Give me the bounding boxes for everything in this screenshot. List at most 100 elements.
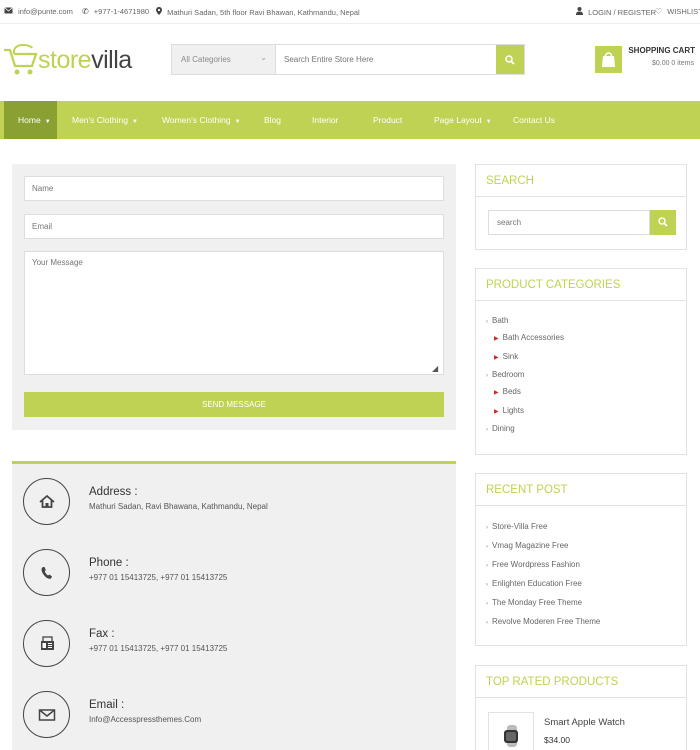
topbar-address: Mathuri Sadan, 5th floor Ravi Bhawan, Ka… (156, 7, 360, 17)
category-item[interactable]: ▶ Sink (494, 352, 518, 361)
nav-item-interior[interactable]: Interior (312, 101, 338, 139)
top-bar: info@punte.com ✆ +977-1-4671980 Mathuri … (0, 0, 700, 24)
recent-post-item[interactable]: › Revolve Moderen Free Theme (486, 617, 600, 626)
category-item[interactable]: › Bedroom (486, 370, 524, 379)
email-text[interactable]: Info@Accesspressthemes.Com (89, 715, 201, 724)
topbar-email[interactable]: info@punte.com (4, 7, 73, 16)
product-categories-widget: PRODUCT CATEGORIES › Bath ▶ Bath Accessori… (475, 268, 687, 455)
chevron-right-icon: › (486, 525, 488, 531)
logo-wordmark: storevilla (38, 46, 132, 74)
fax-row: Fax : +977 01 15413725, +977 01 15413725 (23, 620, 443, 670)
nav-item-home[interactable]: Home ▼ (4, 101, 57, 139)
sidebar-search-input[interactable] (488, 210, 650, 235)
site-logo[interactable]: storevilla (2, 40, 142, 78)
wishlist-link[interactable]: ♡ WISHLIST (655, 7, 700, 16)
search-button[interactable] (496, 45, 524, 74)
chevron-down-icon: ⌄ (260, 53, 267, 62)
address-row: Address : Mathuri Sadan, Ravi Bhawana, K… (23, 478, 443, 528)
product-price: $34.00 (544, 735, 570, 745)
widget-title: TOP RATED PRODUCTS (476, 666, 686, 698)
chevron-right-icon: › (486, 563, 488, 569)
phone-icon: ✆ (82, 7, 89, 16)
recent-post-item[interactable]: › The Monday Free Theme (486, 598, 582, 607)
nav-item-page-layout[interactable]: Page Layout ▼ (434, 101, 492, 139)
email-title: Email : (89, 699, 125, 711)
contact-info: Address : Mathuri Sadan, Ravi Bhawana, K… (12, 461, 456, 750)
cart-title: SHOPPING CART (628, 46, 695, 55)
phone-text: +977 01 15413725, +977 01 15413725 (89, 573, 228, 582)
contact-form: ◢ SEND MESSAGE (12, 164, 456, 430)
caret-down-icon: ▼ (131, 119, 138, 125)
name-field[interactable] (24, 176, 444, 201)
recent-post-item[interactable]: › Vmag Magazine Free (486, 541, 568, 550)
caret-down-icon: ▼ (44, 119, 51, 125)
topbar-phone[interactable]: ✆ +977-1-4671980 (82, 7, 149, 16)
login-register-label: LOGIN / REGISTER (588, 8, 657, 17)
shopping-cart[interactable]: SHOPPING CART $0.00 0 items (595, 44, 700, 76)
caret-down-icon: ▼ (234, 119, 241, 125)
caret-down-icon: ▼ (485, 119, 492, 125)
category-item[interactable]: ▶ Bath Accessories (494, 333, 564, 342)
nav-item-blog[interactable]: Blog (264, 101, 281, 139)
nav-item-product[interactable]: Product (373, 101, 402, 139)
top-rated-products-widget: TOP RATED PRODUCTS Smart Apple Watch $34… (475, 665, 687, 750)
login-register-link[interactable]: LOGIN / REGISTER (576, 7, 656, 17)
sidebar-search-widget: SEARCH (475, 164, 687, 250)
category-item[interactable]: ▶ Lights (494, 406, 524, 415)
caret-right-icon: ▶ (494, 355, 499, 361)
chevron-right-icon: › (486, 373, 488, 379)
category-item[interactable]: › Bath (486, 316, 508, 325)
main-nav: Home ▼ Men's Clothing ▼ Women's Clothing ▼ … (0, 101, 700, 139)
chevron-right-icon: › (486, 601, 488, 607)
recent-post-item[interactable]: › Store-Villa Free (486, 522, 547, 531)
category-select-value: All Categories (181, 55, 231, 64)
nav-item-womens-clothing[interactable]: Women's Clothing ▼ (162, 101, 241, 139)
envelope-icon (23, 691, 70, 738)
widget-title: RECENT POST (476, 474, 686, 506)
user-icon (576, 7, 583, 15)
resize-grip-icon[interactable]: ◢ (432, 364, 438, 373)
recent-post-item[interactable]: › Free Wordpress Fashion (486, 560, 580, 569)
cart-logo-icon (4, 44, 38, 75)
caret-right-icon: ▶ (494, 336, 499, 342)
search-input[interactable] (277, 45, 497, 74)
topbar-email-text: info@punte.com (18, 7, 73, 16)
heart-icon: ♡ (655, 7, 663, 16)
widget-title: PRODUCT CATEGORIES (476, 269, 686, 301)
product-name[interactable]: Smart Apple Watch (544, 717, 625, 728)
chevron-right-icon: › (486, 544, 488, 550)
watch-icon (504, 725, 518, 747)
topbar-address-text: Mathuri Sadan, 5th floor Ravi Bhawan, Ka… (167, 8, 360, 17)
wishlist-label: WISHLIST (667, 7, 700, 16)
home-icon (23, 478, 70, 525)
phone-title: Phone : (89, 557, 129, 569)
chevron-right-icon: › (486, 427, 488, 433)
product-thumbnail[interactable] (488, 712, 534, 750)
search-icon (658, 217, 668, 227)
nav-item-contact-us[interactable]: Contact Us (513, 101, 555, 139)
shopping-bag-icon (595, 46, 622, 73)
recent-post-widget: RECENT POST › Store-Villa Free › Vmag Maga… (475, 473, 687, 646)
phone-icon (23, 549, 70, 596)
envelope-icon (4, 7, 13, 14)
cart-amount: $0.00 0 items (651, 60, 694, 67)
caret-right-icon: ▶ (494, 409, 499, 415)
header-search: All Categories ⌄ (171, 44, 525, 75)
address-title: Address : (89, 486, 138, 498)
message-field[interactable] (24, 251, 444, 375)
chevron-right-icon: › (486, 620, 488, 626)
send-message-button[interactable]: SEND MESSAGE (24, 392, 444, 417)
sidebar-search-button[interactable] (650, 210, 676, 235)
nav-item-mens-clothing[interactable]: Men's Clothing ▼ (72, 101, 138, 139)
category-select[interactable]: All Categories ⌄ (172, 45, 276, 74)
chevron-right-icon: › (486, 582, 488, 588)
fax-text: +977 01 15413725, +977 01 15413725 (89, 644, 228, 653)
search-icon (505, 55, 515, 65)
phone-row: Phone : +977 01 15413725, +977 01 154137… (23, 549, 443, 599)
category-item[interactable]: › Dining (486, 424, 515, 433)
topbar-phone-text: +977-1-4671980 (93, 7, 150, 16)
fax-title: Fax : (89, 628, 115, 640)
category-item[interactable]: ▶ Beds (494, 387, 521, 396)
recent-post-item[interactable]: › Enlighten Education Free (486, 579, 582, 588)
email-field[interactable] (24, 214, 444, 239)
